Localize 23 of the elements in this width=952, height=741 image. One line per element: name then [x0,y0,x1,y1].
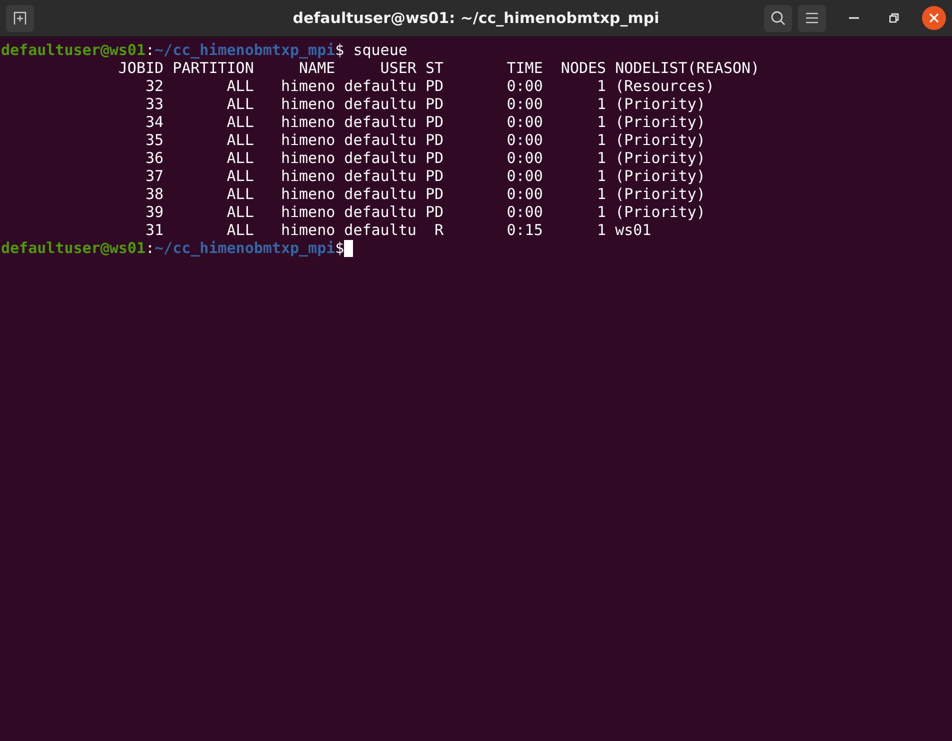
prompt-line: defaultuser@ws01:~/cc_himenobmtxp_mpi$ [1,239,344,257]
new-tab-icon [12,10,28,26]
output-line: 32 ALL himeno defaultu PD 0:00 1 (Resources) [144,77,714,95]
prompt-line: defaultuser@ws01:~/cc_himenobmtxp_mpi$ squeue [1,41,408,59]
output-line: 34 ALL himeno defaultu PD 0:00 1 (Priority) [144,113,706,131]
menu-button[interactable] [798,4,826,32]
new-tab-button[interactable] [6,4,34,32]
close-icon [929,13,939,23]
output-line: 36 ALL himeno defaultu PD 0:00 1 (Priority) [144,149,706,167]
restore-icon [889,13,899,23]
close-button[interactable] [922,6,946,30]
menu-icon [805,12,819,24]
output-line: 35 ALL himeno defaultu PD 0:00 1 (Priority) [144,131,706,149]
output-line: JOBID PARTITION NAME USER ST TIME NODES NODELIST(REASON) [117,59,760,77]
output-line: 37 ALL himeno defaultu PD 0:00 1 (Priority) [144,167,706,185]
minimize-icon [849,17,859,19]
output-line: 31 ALL himeno defaultu R 0:15 1 ws01 [144,221,652,239]
window-title: defaultuser@ws01: ~/cc_himenobmtxp_mpi [292,9,660,27]
search-icon [770,10,786,26]
search-button[interactable] [764,4,792,32]
output-line: 33 ALL himeno defaultu PD 0:00 1 (Priority) [144,95,706,113]
output-line: 38 ALL himeno defaultu PD 0:00 1 (Priority) [144,185,706,203]
output-line: 39 ALL himeno defaultu PD 0:00 1 (Priority) [144,203,706,221]
